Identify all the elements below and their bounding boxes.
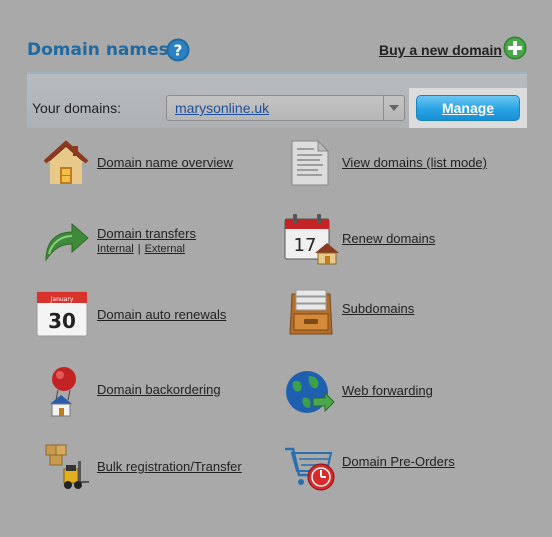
manage-button[interactable]: Manage [416,95,520,121]
domain-select[interactable]: marysonline.uk [166,95,405,121]
chevron-down-icon [389,105,399,111]
document-icon [291,139,330,186]
calendar-day-label: 30 [48,309,76,333]
transfer-sublinks: Internal | External [97,243,185,255]
manage-button-area: Manage [409,88,527,128]
menu-item-label[interactable]: Renew domains [342,231,435,246]
menu-item-label[interactable]: View domains (list mode) [342,155,487,170]
selected-domain: marysonline.uk [175,100,270,116]
globe-arrow-icon [286,371,335,413]
cart-clock-icon [285,447,335,491]
plus-circle-icon[interactable] [503,36,527,60]
separator: | [137,243,141,255]
menu-item-label[interactable]: Subdomains [342,301,414,316]
menu-item-domain-pre-orders[interactable]: Domain Pre-Orders [283,445,503,493]
your-domains-label: Your domains: [32,100,121,116]
buy-new-domain-link[interactable]: Buy a new domain [379,42,502,58]
menu-item-renew-domains[interactable]: 17 Renew domains [283,213,483,265]
balloon-house-icon [50,367,76,417]
file-drawer-icon [289,289,333,335]
forklift-icon [45,444,89,489]
dropdown-arrow[interactable] [383,96,404,120]
menu-item-web-forwarding[interactable]: Web forwarding [285,368,485,418]
menu-item-domain-auto-renewals[interactable]: January 30 Domain auto renewals [36,290,236,340]
menu-item-view-domains[interactable]: View domains (list mode) [290,139,500,189]
menu-item-label[interactable]: Domain Pre-Orders [342,454,455,469]
menu-item-label[interactable]: Domain transfers [97,226,196,241]
menu-item-label[interactable]: Domain auto renewals [97,307,226,322]
menu-item-domain-transfers[interactable]: Domain transfers Internal | External [42,220,242,268]
calendar-day-label: 17 [294,235,317,256]
transfer-internal-link[interactable]: Internal [97,243,134,255]
house-icon [43,140,89,184]
menu-item-label[interactable]: Domain backordering [97,382,221,397]
calendar-17-icon: 17 [284,214,339,265]
calendar-month-label: January [50,296,74,303]
menu-item-bulk-registration[interactable]: Bulk registration/Transfer [42,443,252,491]
menu-item-domain-overview[interactable]: Domain name overview [42,139,242,189]
curved-arrow-icon [45,222,89,262]
transfer-external-link[interactable]: External [145,243,185,255]
page-header: Domain names ? Buy a new domain [0,0,552,72]
svg-text:?: ? [174,42,183,60]
menu-item-domain-backordering[interactable]: Domain backordering [44,366,244,418]
question-mark-icon[interactable]: ? [166,38,190,62]
page-title: Domain names [27,40,169,60]
calendar-30-icon: January 30 [36,291,88,337]
menu-item-label[interactable]: Web forwarding [342,383,433,398]
menu-item-subdomains[interactable]: Subdomains [288,288,488,336]
menu-item-label[interactable]: Domain name overview [97,155,233,170]
menu-item-label[interactable]: Bulk registration/Transfer [97,459,242,474]
